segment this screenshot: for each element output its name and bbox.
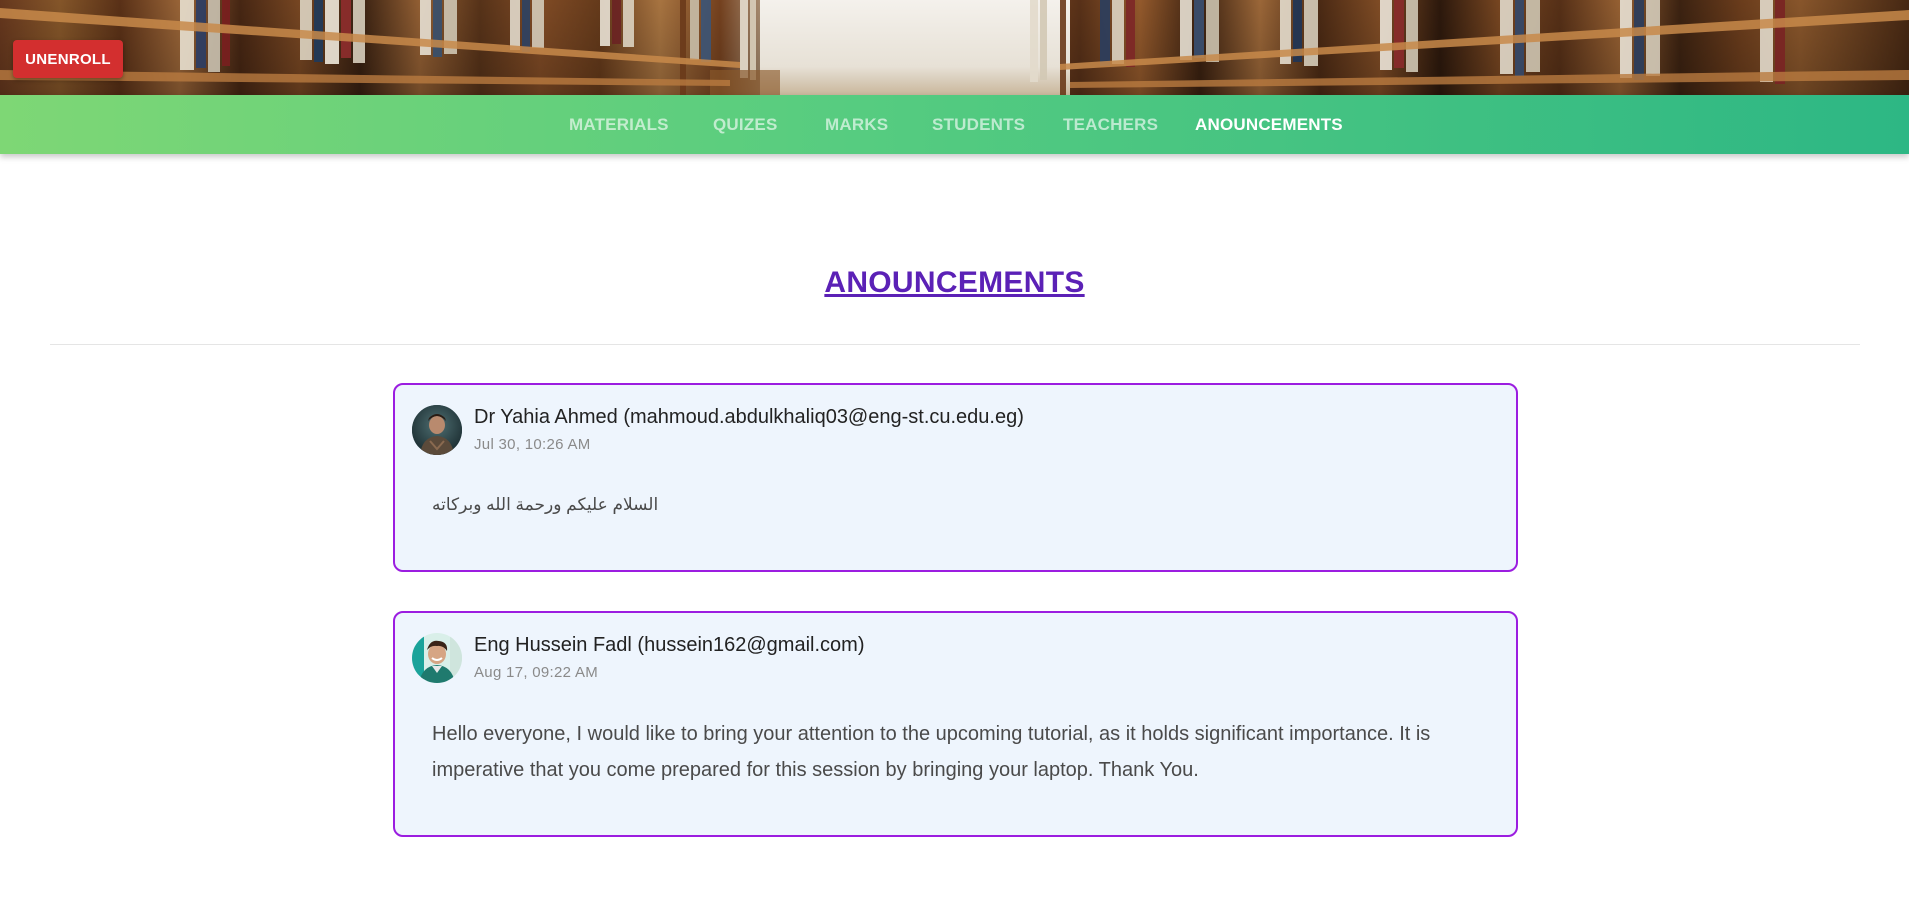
unenroll-button[interactable]: UNENROLL: [13, 40, 123, 78]
nav-tab-marks[interactable]: MARKS: [825, 95, 888, 154]
author-avatar: [412, 633, 462, 683]
avatar-photo-icon: [412, 633, 462, 683]
page-title: ANOUNCEMENTS: [824, 266, 1085, 299]
avatar-photo-icon: [412, 405, 462, 455]
announcement-author: Dr Yahia Ahmed (mahmoud.abdulkhaliq03@en…: [474, 406, 1024, 428]
announcement-timestamp: Aug 17, 09:22 AM: [474, 664, 599, 681]
nav-tab-quizes[interactable]: QUIZES: [713, 95, 778, 154]
title-divider: [50, 344, 1860, 345]
announcement-message: Hello everyone, I would like to bring yo…: [432, 723, 1431, 781]
nav-tab-teachers[interactable]: TEACHERS: [1063, 95, 1158, 154]
nav-tab-students[interactable]: STUDENTS: [932, 95, 1025, 154]
nav-tab-materials[interactable]: MATERIALS: [569, 95, 669, 154]
announcement-message: السلام عليكم ورحمة الله وبركاته: [432, 495, 659, 514]
announcement-card: Dr Yahia Ahmed (mahmoud.abdulkhaliq03@en…: [393, 383, 1518, 572]
header-banner: UNENROLL: [0, 0, 1909, 95]
bookshelf-image: [0, 0, 1909, 95]
announcement-card: Eng Hussein Fadl (hussein162@gmail.com) …: [393, 611, 1518, 837]
nav-tab-anouncements[interactable]: ANOUNCEMENTS: [1195, 95, 1343, 154]
announcement-author: Eng Hussein Fadl (hussein162@gmail.com): [474, 634, 865, 656]
course-navbar: MATERIALS QUIZES MARKS STUDENTS TEACHERS…: [0, 95, 1909, 154]
announcement-timestamp: Jul 30, 10:26 AM: [474, 436, 591, 453]
author-avatar: [412, 405, 462, 455]
